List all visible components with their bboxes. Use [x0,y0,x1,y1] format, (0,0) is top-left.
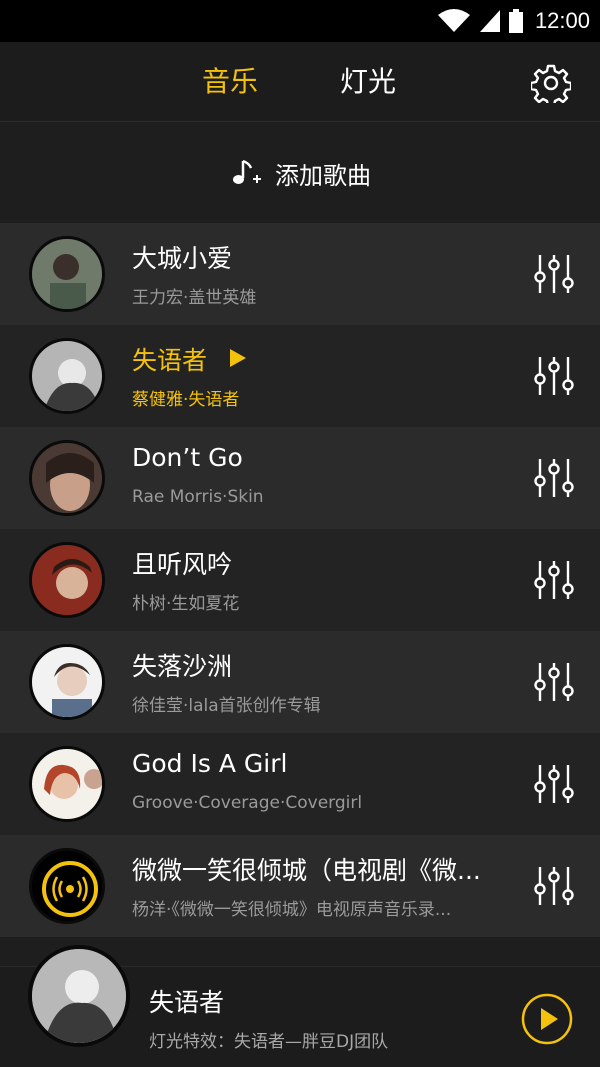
song-title: 失语者 [132,346,208,375]
album-cover [29,746,105,822]
signal-icon [479,10,500,32]
song-artist-album: 朴树·生如夏花 [132,594,240,614]
tab-music[interactable]: 音乐 [202,62,258,102]
song-row-active[interactable]: 失语者 蔡健雅·失语者 [0,325,600,427]
default-album-icon [29,848,105,924]
album-cover [29,440,105,516]
album-cover [29,236,105,312]
tab-light[interactable]: 灯光 [340,62,396,102]
song-artist-album: 杨洋·《微微一笑很倾城》电视原声音乐录... [132,900,452,920]
song-title: 微微一笑很倾城（电视剧《微... [132,856,481,885]
song-artist-album: 徐佳莹·lala首张创作专辑 [132,696,321,716]
song-title: God Is A Girl [132,749,288,778]
song-title: Don’t Go [132,443,243,472]
status-icons: 12:00 [437,0,590,42]
song-row[interactable]: 大城小爱 王力宏·盖世英雄 [0,223,600,325]
equalizer-sliders-icon[interactable] [534,253,574,295]
song-artist-album: 王力宏·盖世英雄 [132,288,257,308]
now-playing-cover [28,945,130,1047]
song-row[interactable]: God Is A Girl Groove·Coverage·Covergirl [0,733,600,835]
album-cover [29,542,105,618]
song-title: 失落沙洲 [132,652,233,681]
album-cover [29,338,105,414]
equalizer-sliders-icon[interactable] [534,457,574,499]
song-title: 且听风吟 [132,550,233,579]
status-time: 12:00 [534,8,590,33]
play-icon [230,349,246,367]
equalizer-sliders-icon[interactable] [534,865,574,907]
battery-icon [508,9,523,33]
song-row[interactable]: Don’t Go Rae Morris·Skin [0,427,600,529]
play-icon [541,1008,558,1030]
song-artist-album: Groove·Coverage·Covergirl [132,793,363,813]
song-row[interactable]: 且听风吟 朴树·生如夏花 [0,529,600,631]
music-note-plus-icon [233,159,261,184]
song-row[interactable]: 失落沙洲 徐佳莹·lala首张创作专辑 [0,631,600,733]
now-playing-bar[interactable]: 失语者 灯光特效：失语者—胖豆DJ团队 [0,945,600,1067]
status-bar: 12:00 [0,0,600,42]
now-playing-title: 失语者 [149,988,225,1017]
equalizer-sliders-icon[interactable] [534,661,574,703]
settings-button[interactable] [530,62,572,104]
play-button[interactable] [521,993,573,1045]
add-song-button[interactable]: 添加歌曲 [0,123,600,223]
equalizer-sliders-icon[interactable] [534,559,574,601]
wifi-icon [437,9,470,32]
top-tab-bar: 音乐 灯光 [0,42,600,122]
song-artist-album: Rae Morris·Skin [132,487,264,507]
song-artist-album: 蔡健雅·失语者 [132,390,240,410]
equalizer-sliders-icon[interactable] [534,355,574,397]
song-title: 大城小爱 [132,244,233,273]
now-playing-subtitle: 灯光特效：失语者—胖豆DJ团队 [149,1032,389,1052]
gear-icon [531,64,571,103]
equalizer-sliders-icon[interactable] [534,763,574,805]
album-cover [29,644,105,720]
song-row[interactable]: 微微一笑很倾城（电视剧《微... 杨洋·《微微一笑很倾城》电视原声音乐录... [0,835,600,937]
add-song-label: 添加歌曲 [275,161,371,190]
